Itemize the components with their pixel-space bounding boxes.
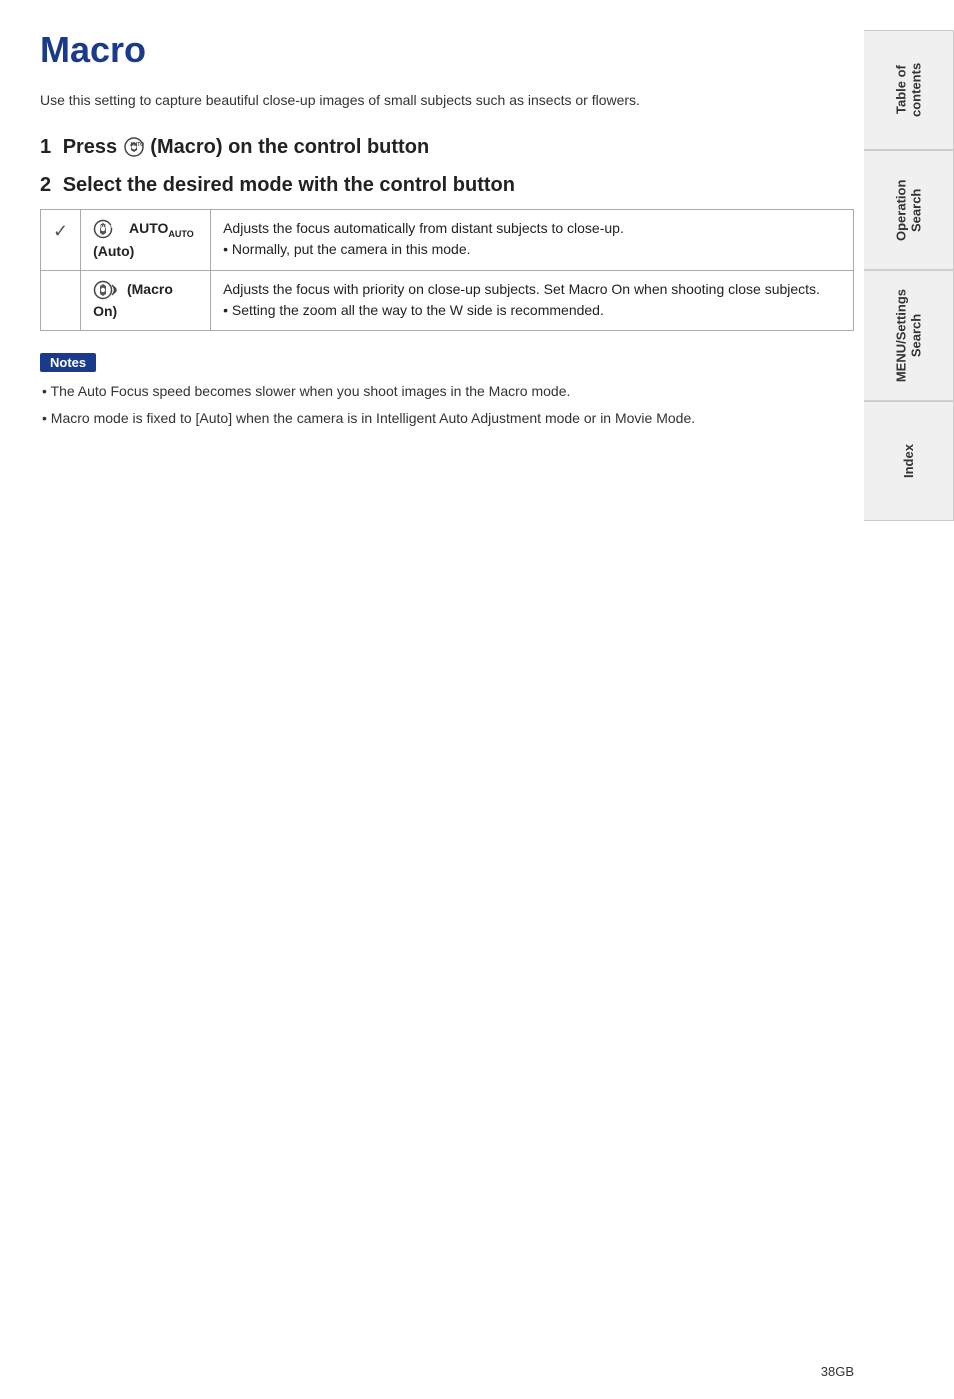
mode-cell-macro: (Macro On) bbox=[81, 270, 211, 330]
svg-text:AUTO: AUTO bbox=[100, 224, 113, 229]
desc-cell-macro: Adjusts the focus with priority on close… bbox=[211, 270, 854, 330]
notes-box: Notes The Auto Focus speed becomes slowe… bbox=[40, 353, 854, 429]
tab-table-of-contents[interactable]: Table ofcontents bbox=[864, 30, 954, 150]
note-2: Macro mode is fixed to [Auto] when the c… bbox=[42, 407, 854, 429]
table-row: ✓ AUTO AUTOAUTO (Auto) Adjusts the focus… bbox=[41, 209, 854, 270]
auto-bullet-1: Normally, put the camera in this mode. bbox=[223, 239, 841, 260]
check-cell-macro bbox=[41, 270, 81, 330]
macro-bullet-1: Setting the zoom all the way to the W si… bbox=[223, 300, 841, 321]
tab-index[interactable]: Index bbox=[864, 401, 954, 521]
intro-text: Use this setting to capture beautiful cl… bbox=[40, 90, 854, 111]
step-1-text: Press AUTO (Macro) on the control button bbox=[63, 136, 429, 158]
macro-icon-step1: AUTO bbox=[123, 136, 145, 158]
mode-cell-auto: AUTO AUTOAUTO (Auto) bbox=[81, 209, 211, 270]
step-1-number: 1 bbox=[40, 136, 51, 158]
macro-bullets: Setting the zoom all the way to the W si… bbox=[223, 300, 841, 321]
auto-bullets: Normally, put the camera in this mode. bbox=[223, 239, 841, 260]
table-row: (Macro On) Adjusts the focus with priori… bbox=[41, 270, 854, 330]
step-1: 1 Press AUTO (Macro) on the control butt… bbox=[40, 133, 854, 161]
tab-menu-settings-search[interactable]: MENU/SettingsSearch bbox=[864, 270, 954, 401]
page-title: Macro bbox=[40, 30, 854, 70]
svg-text:AUTO: AUTO bbox=[130, 142, 144, 148]
macro-on-icon bbox=[93, 279, 119, 301]
auto-mode-icon: AUTO bbox=[93, 218, 121, 240]
check-cell-auto: ✓ bbox=[41, 209, 81, 270]
step-2-text: Select the desired mode with the control… bbox=[63, 174, 515, 196]
tab-operation-search[interactable]: OperationSearch bbox=[864, 150, 954, 270]
sidebar-tabs: Table ofcontents OperationSearch MENU/Se… bbox=[864, 30, 954, 1399]
notes-content: The Auto Focus speed becomes slower when… bbox=[40, 380, 854, 429]
note-1: The Auto Focus speed becomes slower when… bbox=[42, 380, 854, 402]
modes-table: ✓ AUTO AUTOAUTO (Auto) Adjusts the focus… bbox=[40, 209, 854, 332]
page-number: 38GB bbox=[821, 1364, 854, 1379]
notes-label: Notes bbox=[40, 353, 96, 372]
step-2: 2 Select the desired mode with the contr… bbox=[40, 171, 854, 199]
step-2-number: 2 bbox=[40, 174, 51, 196]
main-content: Macro Use this setting to capture beauti… bbox=[40, 30, 854, 501]
desc-cell-auto: Adjusts the focus automatically from dis… bbox=[211, 209, 854, 270]
